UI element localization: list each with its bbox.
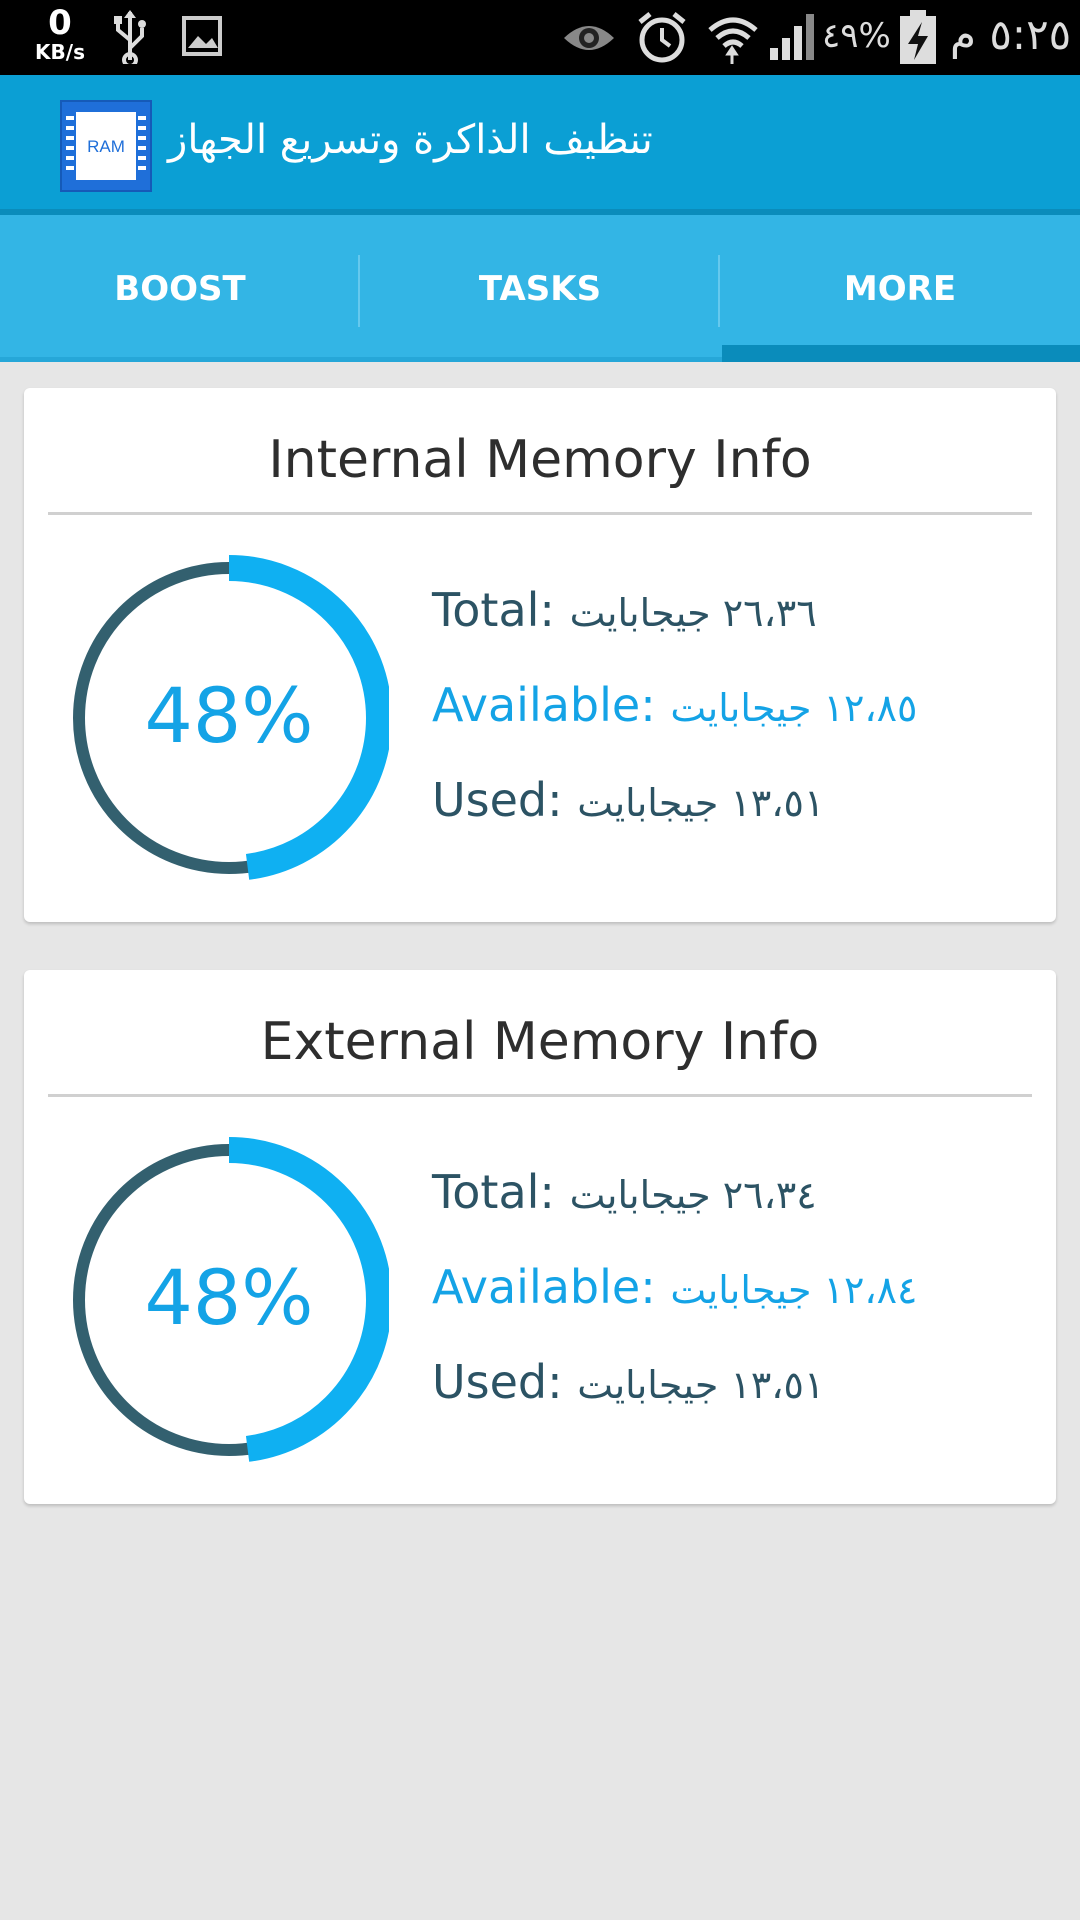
gauge-percent-label: 48% [144,1253,314,1342]
tab-bar: BOOST TASKS MORE [0,215,1080,362]
available-label: Available: [432,1260,656,1314]
signal-icon [768,12,816,66]
available-value: ١٢،٨٥ جيجابايت [670,686,918,730]
eye-icon [562,18,616,62]
card-divider [48,512,1032,515]
tab-tasks[interactable]: TASKS [360,215,720,362]
total-value: ٢٦،٣٦ جيجابايت [569,591,817,635]
total-label: Total: [432,583,555,637]
alarm-icon [636,10,688,70]
battery-percent: ٤٩% [822,16,891,56]
app-icon[interactable]: RAM [60,100,152,192]
battery-charging-icon [898,10,938,70]
used-row: Used: ١٣،٥١ جيجابايت [432,773,824,827]
used-label: Used: [432,1355,563,1409]
available-row: Available: ١٢،٨٥ جيجابايت [432,678,917,732]
used-label: Used: [432,773,563,827]
available-row: Available: ١٢،٨٤ جيجابايت [432,1260,917,1314]
total-value: ٢٦،٣٤ جيجابايت [569,1173,817,1217]
tab-boost[interactable]: BOOST [0,215,360,362]
card-title: Internal Memory Info [268,430,812,490]
app-icon-text: RAM [87,137,125,156]
card-divider [48,1094,1032,1097]
action-bar: RAM تنظيف الذاكرة وتسريع الجهاز [0,75,1080,215]
used-value: ١٣،٥١ جيجابايت [577,781,825,825]
total-row: Total: ٢٦،٣٤ جيجابايت [432,1165,817,1219]
tab-selected-indicator [722,345,1080,362]
total-row: Total: ٢٦،٣٦ جيجابايت [432,583,817,637]
memory-gauge: 48% [69,1135,389,1465]
network-speed-unit: KB/s [35,40,85,64]
internal-memory-card: Internal Memory Info 48% Total: ٢٦،٣٦ جي… [24,388,1056,922]
card-title: External Memory Info [260,1012,820,1072]
available-label: Available: [432,678,656,732]
used-row: Used: ١٣،٥١ جيجابايت [432,1355,824,1409]
memory-gauge: 48% [69,553,389,883]
status-bar: 0 KB/s ٤٩% ٥:٢٥ م [0,0,1080,75]
available-value: ١٢،٨٤ جيجابايت [670,1268,918,1312]
image-icon [182,16,222,60]
used-value: ١٣،٥١ جيجابايت [577,1363,825,1407]
wifi-icon [706,10,760,70]
app-title: تنظيف الذاكرة وتسريع الجهاز [168,117,653,163]
tab-more[interactable]: MORE [720,215,1080,362]
network-speed-value: 0 [48,3,72,43]
total-label: Total: [432,1165,555,1219]
external-memory-card: External Memory Info 48% Total: ٢٦،٣٤ جي… [24,970,1056,1504]
usb-icon [112,10,148,68]
gauge-percent-label: 48% [144,671,314,760]
network-speed-indicator: 0 KB/s [30,6,90,62]
clock: ٥:٢٥ م [950,10,1072,59]
